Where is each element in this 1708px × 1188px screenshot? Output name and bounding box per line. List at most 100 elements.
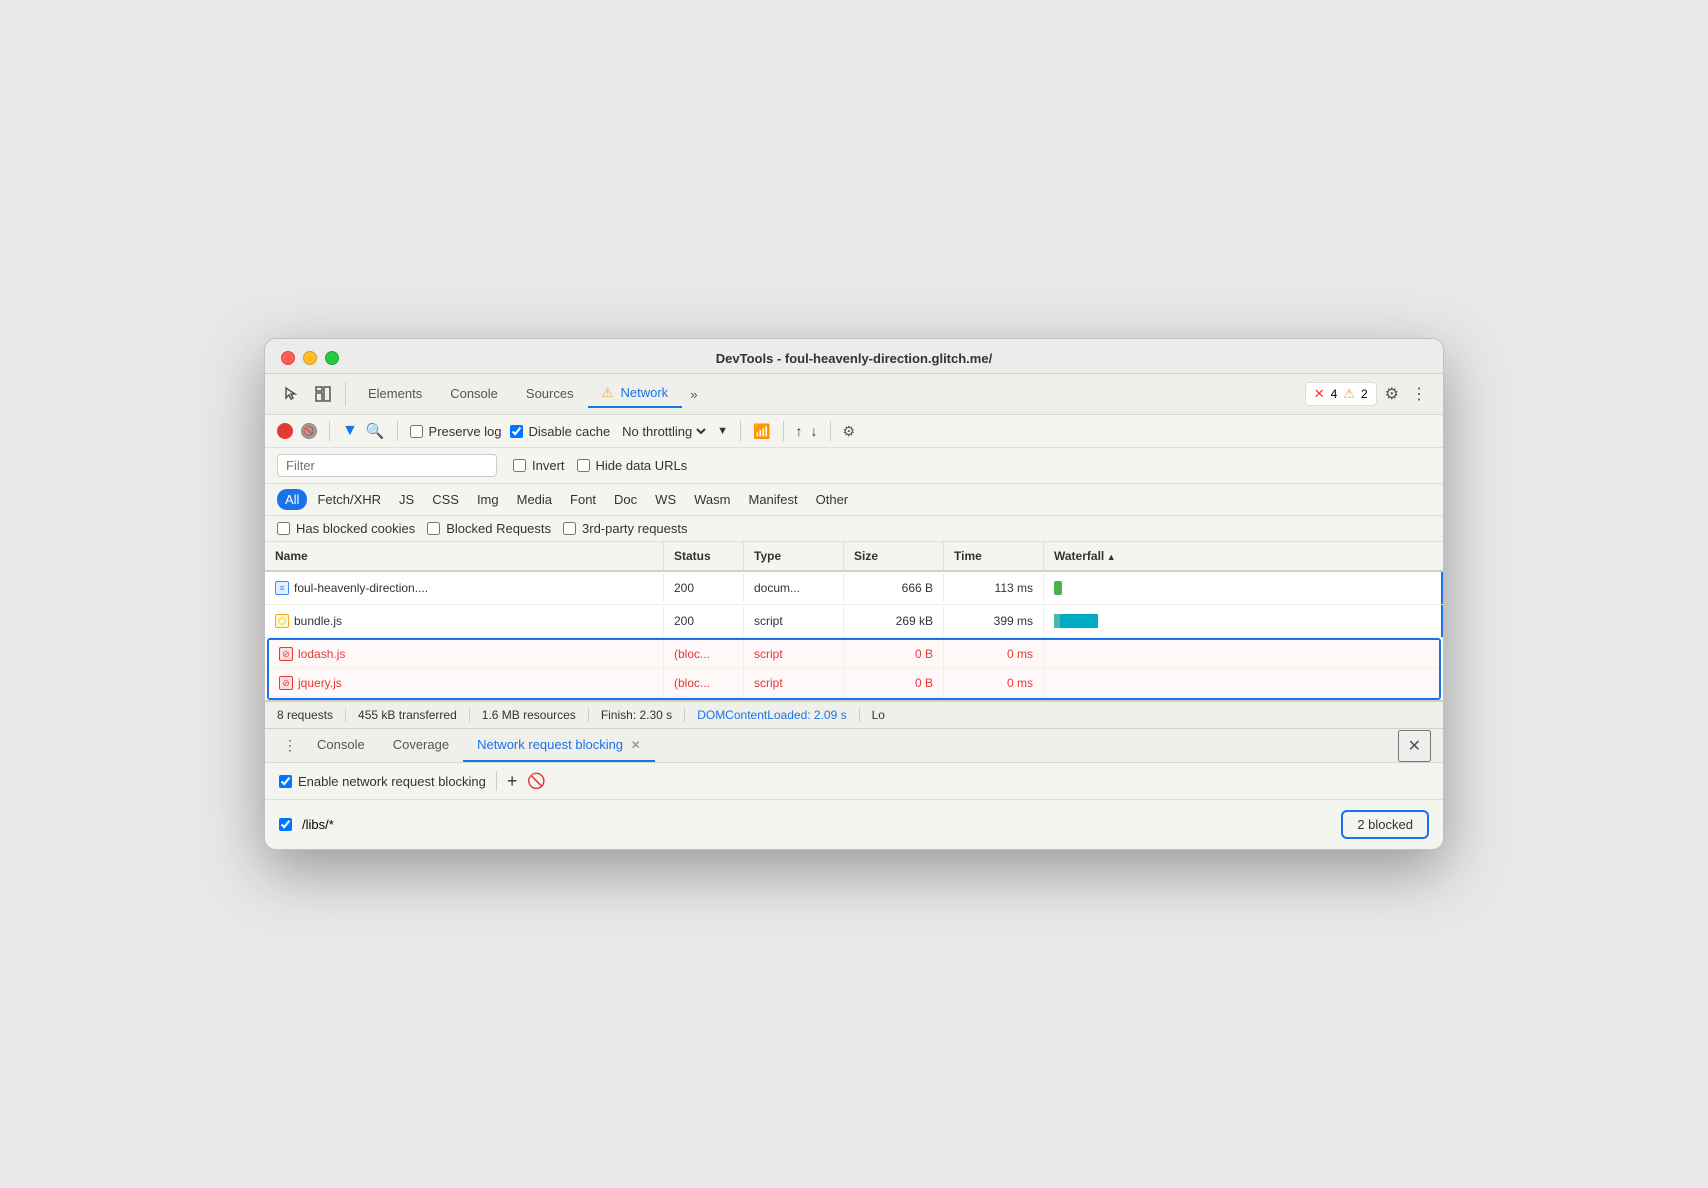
third-party-input[interactable] [563,522,576,535]
throttle-select[interactable]: No throttling [618,423,709,440]
blocking-toolbar: Enable network request blocking + 🚫 [265,763,1443,800]
add-pattern-button[interactable]: + [507,772,518,790]
row-status: 200 [664,607,744,635]
enable-blocking-input[interactable] [279,775,292,788]
blocking-sep [496,771,497,791]
row-name: ≡ foul-heavenly-direction.... [265,574,664,602]
minimize-button[interactable] [303,351,317,365]
type-filter-doc[interactable]: Doc [606,489,645,510]
enable-blocking-checkbox[interactable]: Enable network request blocking [279,774,486,789]
invert-input[interactable] [513,459,526,472]
row-type: docum... [744,574,844,602]
transferred-size: 455 kB transferred [346,708,470,722]
record-button[interactable] [277,423,293,439]
type-filter-css[interactable]: CSS [424,489,467,510]
type-filter-ws[interactable]: WS [647,489,684,510]
filter-input[interactable] [286,458,406,473]
waterfall-bar-blue [1060,614,1098,628]
dom-content-loaded[interactable]: DOMContentLoaded: 2.09 s [685,708,859,722]
col-type[interactable]: Type [744,542,844,570]
bottom-tabs: ⋮ Console Coverage Network request block… [265,729,1443,763]
finish-time: Finish: 2.30 s [589,708,685,722]
network-warn-icon: ⚠ [602,385,614,400]
disable-cache-input[interactable] [510,425,523,438]
type-filter-font[interactable]: Font [562,489,604,510]
file-name-text: jquery.js [298,676,342,690]
bottom-more-button[interactable]: ⋮ [277,729,303,762]
panel-close-button[interactable]: ✕ [1398,730,1431,762]
table-row[interactable]: ⊘ lodash.js (bloc... script 0 B 0 ms [269,640,1439,669]
network-settings-icon[interactable]: ⚙ [843,423,856,440]
preserve-log-checkbox[interactable]: Preserve log [410,424,502,439]
script-icon: ⬡ [275,614,289,628]
tab-elements[interactable]: Elements [354,381,436,408]
third-party-checkbox[interactable]: 3rd-party requests [563,521,688,536]
blocked-cookies-input[interactable] [277,522,290,535]
col-size[interactable]: Size [844,542,944,570]
traffic-lights [281,351,339,365]
file-name-text: foul-heavenly-direction.... [294,581,428,595]
warn-count: 2 [1361,387,1368,401]
type-filter-wasm[interactable]: Wasm [686,489,738,510]
tab-console[interactable]: Console [436,381,512,408]
waterfall-bars [1054,614,1098,628]
hide-data-urls-checkbox[interactable]: Hide data URLs [577,458,688,473]
tab-coverage[interactable]: Coverage [379,729,463,762]
type-filter-all[interactable]: All [277,489,307,510]
warn-icon: ⚠ [1343,386,1355,402]
table-row[interactable]: ⬡ bundle.js 200 script 269 kB 399 ms [265,605,1443,638]
invert-checkbox[interactable]: Invert [513,458,565,473]
hide-data-urls-input[interactable] [577,459,590,472]
row-time: 0 ms [944,640,1044,668]
row-name: ⬡ bundle.js [265,607,664,635]
tab-network[interactable]: ⚠ ⚠ Network Network [588,380,683,408]
stop-recording-button[interactable]: 🚫 [301,423,317,439]
doc-icon: ≡ [275,581,289,595]
close-button[interactable] [281,351,295,365]
search-icon[interactable]: 🔍 [366,422,385,440]
maximize-button[interactable] [325,351,339,365]
disable-cache-checkbox[interactable]: Disable cache [510,424,611,439]
preserve-log-input[interactable] [410,425,423,438]
type-filter-img[interactable]: Img [469,489,507,510]
cookie-filter-row: Has blocked cookies Blocked Requests 3rd… [265,516,1443,542]
row-waterfall [1044,605,1443,637]
cursor-tool-button[interactable] [277,382,305,406]
window-title: DevTools - foul-heavenly-direction.glitc… [716,351,992,366]
hide-data-urls-label: Hide data URLs [596,458,688,473]
rule-checkbox[interactable] [279,818,292,831]
tab-close-icon[interactable]: ✕ [631,738,641,752]
toolbar-sep-5 [830,421,831,441]
type-filter-js[interactable]: JS [391,489,422,510]
type-filter-xhr[interactable]: Fetch/XHR [309,489,389,510]
col-name[interactable]: Name [265,542,664,570]
inspect-element-button[interactable] [309,382,337,406]
type-filter-row: All Fetch/XHR JS CSS Img Media Font Doc … [265,484,1443,516]
col-waterfall[interactable]: Waterfall [1044,542,1443,570]
row-waterfall [1044,676,1439,690]
table-row[interactable]: ≡ foul-heavenly-direction.... 200 docum.… [265,572,1443,605]
block-all-button[interactable]: 🚫 [527,772,546,790]
more-options-button[interactable]: ⋮ [1407,380,1431,408]
row-status: (bloc... [664,640,744,668]
type-filter-other[interactable]: Other [808,489,857,510]
blocked-cookies-checkbox[interactable]: Has blocked cookies [277,521,415,536]
blocked-requests-input[interactable] [427,522,440,535]
status-bar: 8 requests 455 kB transferred 1.6 MB res… [265,700,1443,729]
third-party-label: 3rd-party requests [582,521,688,536]
main-toolbar: Elements Console Sources ⚠ ⚠ Network Net… [265,374,1443,415]
cursor-icon [283,386,299,402]
table-row[interactable]: ⊘ jquery.js (bloc... script 0 B 0 ms [269,669,1439,698]
col-time[interactable]: Time [944,542,1044,570]
settings-button[interactable]: ⚙ [1381,380,1403,408]
tab-console-bottom[interactable]: Console [303,729,379,762]
type-filter-media[interactable]: Media [509,489,560,510]
tab-more-button[interactable]: » [682,382,705,407]
tab-sources[interactable]: Sources [512,381,588,408]
blocked-requests-checkbox[interactable]: Blocked Requests [427,521,551,536]
toolbar-sep-1 [329,421,330,441]
filter-icon[interactable]: ▼ [342,422,358,440]
tab-network-request-blocking[interactable]: Network request blocking ✕ [463,729,655,762]
col-status[interactable]: Status [664,542,744,570]
type-filter-manifest[interactable]: Manifest [740,489,805,510]
